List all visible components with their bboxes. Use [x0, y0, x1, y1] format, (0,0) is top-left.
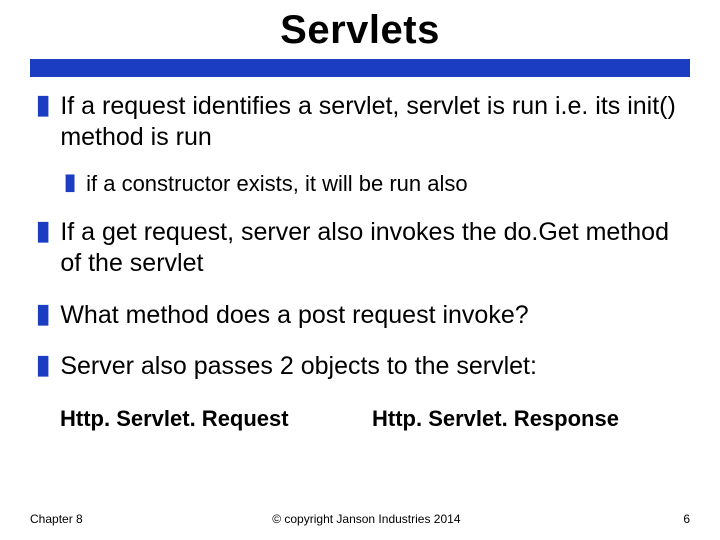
sub-bullet-item-1a: ▮ if a constructor exists, it will be ru… [64, 170, 684, 198]
bullet-text-3: What method does a post request invoke? [60, 300, 528, 331]
sub-bullet-text-1a: if a constructor exists, it will be run … [86, 170, 467, 198]
bullet-marker-icon: ▮ [64, 170, 76, 193]
bullet-marker-icon: ▮ [36, 351, 50, 378]
footer-copyright: © copyright Janson Industries 2014 [83, 512, 650, 526]
object-response-label: Http. Servlet. Response [372, 406, 684, 432]
bullet-marker-icon: ▮ [36, 300, 50, 327]
bullet-item-3: ▮ What method does a post request invoke… [36, 300, 684, 331]
object-request-label: Http. Servlet. Request [60, 406, 372, 432]
title-underline-bar [30, 59, 690, 77]
footer: Chapter 8 © copyright Janson Industries … [0, 512, 720, 526]
bullet-text-1: If a request identifies a servlet, servl… [60, 91, 684, 154]
slide-title: Servlets [0, 0, 720, 59]
bullet-marker-icon: ▮ [36, 217, 50, 244]
bullet-item-4: ▮ Server also passes 2 objects to the se… [36, 351, 684, 382]
footer-page-number: 6 [650, 512, 690, 526]
bullet-marker-icon: ▮ [36, 91, 50, 118]
content-area: ▮ If a request identifies a servlet, ser… [0, 91, 720, 382]
bullet-text-2: If a get request, server also invokes th… [60, 217, 684, 280]
bullet-item-2: ▮ If a get request, server also invokes … [36, 217, 684, 280]
bullet-text-4: Server also passes 2 objects to the serv… [60, 351, 537, 382]
footer-chapter: Chapter 8 [30, 512, 83, 526]
bullet-item-1: ▮ If a request identifies a servlet, ser… [36, 91, 684, 154]
slide-container: Servlets ▮ If a request identifies a ser… [0, 0, 720, 540]
objects-row: Http. Servlet. Request Http. Servlet. Re… [0, 402, 720, 432]
